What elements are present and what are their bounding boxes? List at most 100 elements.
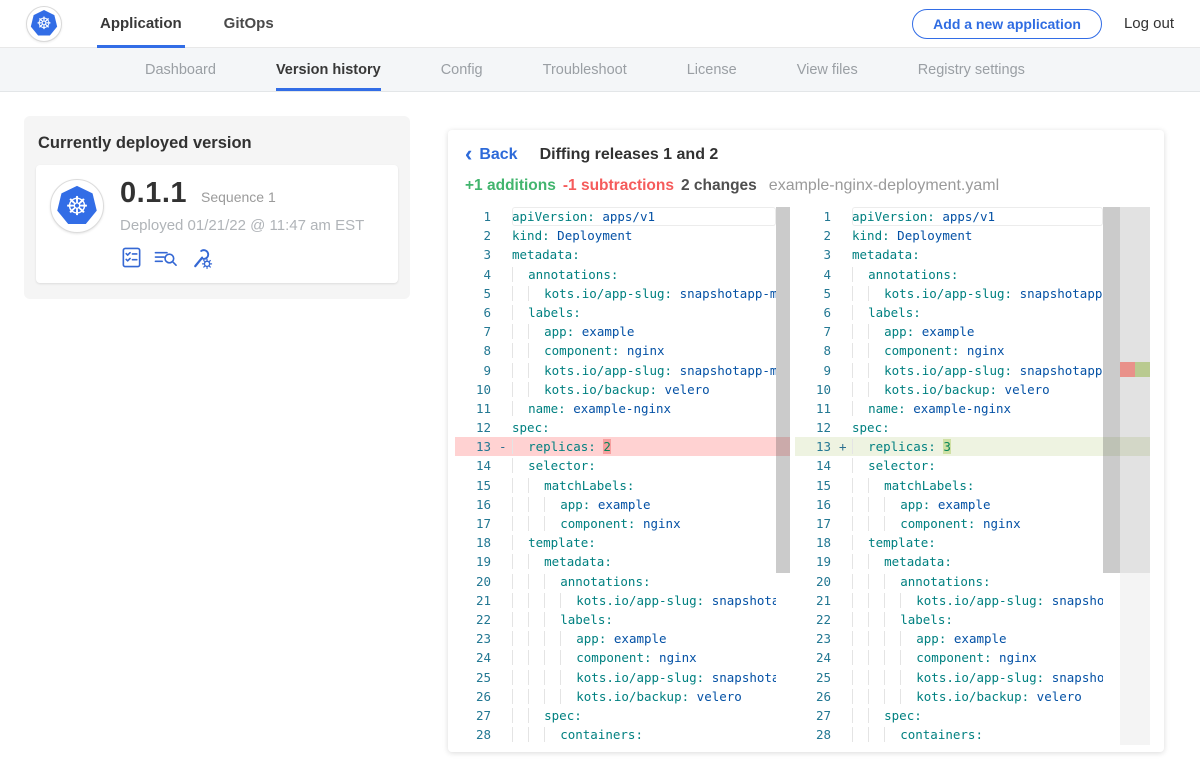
diff-line: 14 selector:	[795, 456, 1150, 475]
scrollbar-thumb[interactable]	[776, 207, 790, 573]
tab-gitops[interactable]: GitOps	[224, 0, 274, 48]
chevron-left-icon: ‹	[465, 147, 472, 161]
deployed-card-title: Currently deployed version	[36, 128, 398, 165]
subtab-config[interactable]: Config	[441, 48, 483, 91]
app-icon-badge: ☸	[50, 179, 104, 233]
subtab-view-files[interactable]: View files	[797, 48, 858, 91]
diff-line: 17 component: nginx	[795, 514, 1150, 533]
deployed-version-tile: ☸ 0.1.1 Sequence 1 Deployed 01/21/22 @ 1…	[36, 165, 398, 283]
diff-line: 21 kots.io/app-slug: snapshotap	[795, 591, 1150, 610]
scrollbar-thumb[interactable]	[1103, 207, 1120, 573]
diff-line: 26 kots.io/backup: velero	[455, 687, 790, 706]
diff-line: 12spec:	[795, 418, 1150, 437]
diff-line: 23 app: example	[455, 629, 790, 648]
diff-line: 2kind: Deployment	[795, 226, 1150, 245]
tab-application[interactable]: Application	[100, 0, 182, 48]
app-sub-nav: Dashboard Version history Config Trouble…	[0, 48, 1200, 92]
diff-line: 9 kots.io/app-slug: snapshotapp-mu	[795, 361, 1150, 380]
diff-line: 4 annotations:	[795, 265, 1150, 284]
tab-gitops-label: GitOps	[224, 15, 274, 32]
helm-wheel-icon: ☸	[65, 193, 88, 219]
diff-line: 25 kots.io/app-slug: snapshotap	[795, 668, 1150, 687]
diff-filename: example-nginx-deployment.yaml	[769, 177, 999, 195]
diff-line: 23 app: example	[795, 629, 1150, 648]
diff-line: 28 containers:	[795, 725, 1150, 744]
diff-line: 20 annotations:	[795, 572, 1150, 591]
ruler-removed-mark	[1120, 362, 1135, 377]
subtab-version-history[interactable]: Version history	[276, 48, 381, 91]
diff-line: 2kind: Deployment	[455, 226, 790, 245]
version-number: 0.1.1	[120, 177, 187, 210]
diff-line: 1apiVersion: apps/v1	[795, 207, 1150, 226]
kubernetes-logo: ☸	[26, 6, 62, 42]
top-nav: ☸ Application GitOps Add a new applicati…	[0, 0, 1200, 48]
subtab-registry-settings[interactable]: Registry settings	[918, 48, 1025, 91]
diff-line: 22 labels:	[795, 610, 1150, 629]
diff-card: ‹ Back Diffing releases 1 and 2 +1 addit…	[448, 130, 1164, 752]
diff-line: 26 kots.io/backup: velero	[795, 687, 1150, 706]
diff-line: 28 containers:	[455, 725, 790, 744]
diff-line: 24 component: nginx	[795, 648, 1150, 667]
diff-line: 4 annotations:	[455, 265, 790, 284]
tools-icon[interactable]	[189, 246, 213, 269]
diff-line: 16 app: example	[455, 495, 790, 514]
diff-line: 9 kots.io/app-slug: snapshotapp-mu	[455, 361, 790, 380]
diff-line: 17 component: nginx	[455, 514, 790, 533]
helm-wheel-icon: ☸	[36, 15, 51, 32]
subtab-dashboard[interactable]: Dashboard	[145, 48, 216, 91]
diff-line: 12spec:	[455, 418, 790, 437]
diff-line: 21 kots.io/app-slug: snapshotap	[455, 591, 790, 610]
diff-line: 3metadata:	[795, 245, 1150, 264]
diff-line: 8 component: nginx	[455, 341, 790, 360]
diff-overview-ruler	[1120, 207, 1150, 745]
diff-pane-modified[interactable]: 1apiVersion: apps/v12kind: Deployment3me…	[795, 207, 1150, 745]
tab-application-label: Application	[100, 15, 182, 32]
add-application-button[interactable]: Add a new application	[912, 9, 1102, 39]
diff-line: 11 name: example-nginx	[455, 399, 790, 418]
subtractions-count: -1 subtractions	[563, 177, 674, 195]
diff-line: 27 spec:	[455, 706, 790, 725]
diff-line: 5 kots.io/app-slug: snapshotapp-mu	[795, 284, 1150, 303]
main-content: Currently deployed version ☸ 0.1.1 Seque…	[0, 92, 1200, 768]
diff-line: 16 app: example	[795, 495, 1150, 514]
diff-line: 18 template:	[795, 533, 1150, 552]
sequence-label: Sequence 1	[201, 189, 276, 205]
changes-count: 2 changes	[681, 177, 757, 195]
diff-line: 22 labels:	[455, 610, 790, 629]
additions-count: +1 additions	[465, 177, 556, 195]
diff-line: 7 app: example	[455, 322, 790, 341]
subtab-license[interactable]: License	[687, 48, 737, 91]
currently-deployed-card: Currently deployed version ☸ 0.1.1 Seque…	[24, 116, 410, 299]
diff-line: 10 kots.io/backup: velero	[795, 380, 1150, 399]
logout-link[interactable]: Log out	[1124, 15, 1174, 32]
diff-line: 13- replicas: 2	[455, 437, 790, 456]
diff-line: 6 labels:	[455, 303, 790, 322]
diff-line: 19 metadata:	[455, 552, 790, 571]
diff-line: 5 kots.io/app-slug: snapshotapp-mu	[455, 284, 790, 303]
diff-pane-original[interactable]: 1apiVersion: apps/v12kind: Deployment3me…	[455, 207, 790, 745]
diff-panes: 1apiVersion: apps/v12kind: Deployment3me…	[448, 207, 1164, 745]
diff-line: 11 name: example-nginx	[795, 399, 1150, 418]
diff-line: 20 annotations:	[455, 572, 790, 591]
diff-line: 15 matchLabels:	[795, 476, 1150, 495]
diff-line: 1apiVersion: apps/v1	[455, 207, 790, 226]
subtab-troubleshoot[interactable]: Troubleshoot	[543, 48, 627, 91]
diff-line: 24 component: nginx	[455, 648, 790, 667]
ruler-added-mark	[1135, 362, 1150, 377]
back-link[interactable]: ‹ Back	[465, 146, 518, 164]
diff-line: 27 spec:	[795, 706, 1150, 725]
diff-line: 13+ replicas: 3	[795, 437, 1150, 456]
diff-line: 15 matchLabels:	[455, 476, 790, 495]
diff-line: 18 template:	[455, 533, 790, 552]
diff-line: 8 component: nginx	[795, 341, 1150, 360]
checklist-icon[interactable]	[120, 246, 143, 269]
diff-line: 14 selector:	[455, 456, 790, 475]
diff-line: 3metadata:	[455, 245, 790, 264]
back-label: Back	[479, 146, 517, 164]
view-logs-icon[interactable]	[153, 246, 179, 269]
diff-line: 19 metadata:	[795, 552, 1150, 571]
diff-line: 6 labels:	[795, 303, 1150, 322]
diff-line: 25 kots.io/app-slug: snapshotap	[455, 668, 790, 687]
diff-line: 7 app: example	[795, 322, 1150, 341]
diff-title: Diffing releases 1 and 2	[540, 146, 719, 164]
